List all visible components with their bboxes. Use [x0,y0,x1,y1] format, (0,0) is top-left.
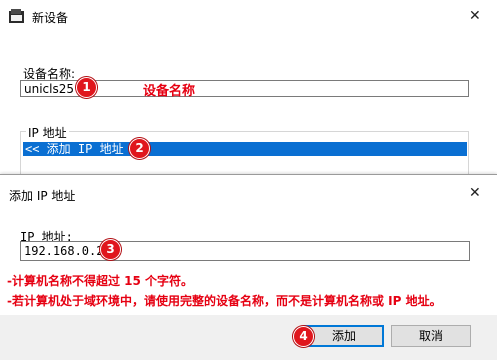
close-icon[interactable]: ✕ [469,9,481,23]
ip-list-item-add[interactable]: << 添加 IP 地址 >> [23,142,467,156]
add-button[interactable]: 添加 [304,325,384,347]
step-badge-1: 1 [76,77,97,98]
step-badge-3: 3 [100,239,121,260]
device-name-value: unicls25 [24,82,74,96]
button-bar: 添加 取消 4 [0,315,497,360]
device-name-annotation: 设备名称 [143,84,196,99]
step-badge-2: 2 [129,138,150,159]
ip-list-item-label: << 添加 IP 地址 >> [25,142,146,156]
app-icon [9,9,24,23]
title-bar: 新设备 ✕ [0,0,497,32]
note-name-length: -计算机名称不得超过 15 个字符。 [7,274,194,288]
add-ip-close-icon[interactable]: ✕ [469,186,481,200]
ip-address-value: 192.168.0.2 [24,244,104,258]
ip-group-label: IP 地址 [26,124,69,141]
note-domain-environment: -若计算机处于域环境中，请使用完整的设备名称，而不是计算机名称或 IP 地址。 [7,294,442,308]
ip-address-input[interactable]: 192.168.0.2 [20,241,470,261]
add-ip-dialog-title: 添加 IP 地址 [9,189,76,203]
step-badge-4: 4 [293,326,314,347]
dialog-title: 新设备 [32,11,69,25]
cancel-button[interactable]: 取消 [391,325,471,347]
add-ip-dialog: 添加 IP 地址 ✕ IP 地址: 192.168.0.2 3 -计算机名称不得… [0,174,497,360]
